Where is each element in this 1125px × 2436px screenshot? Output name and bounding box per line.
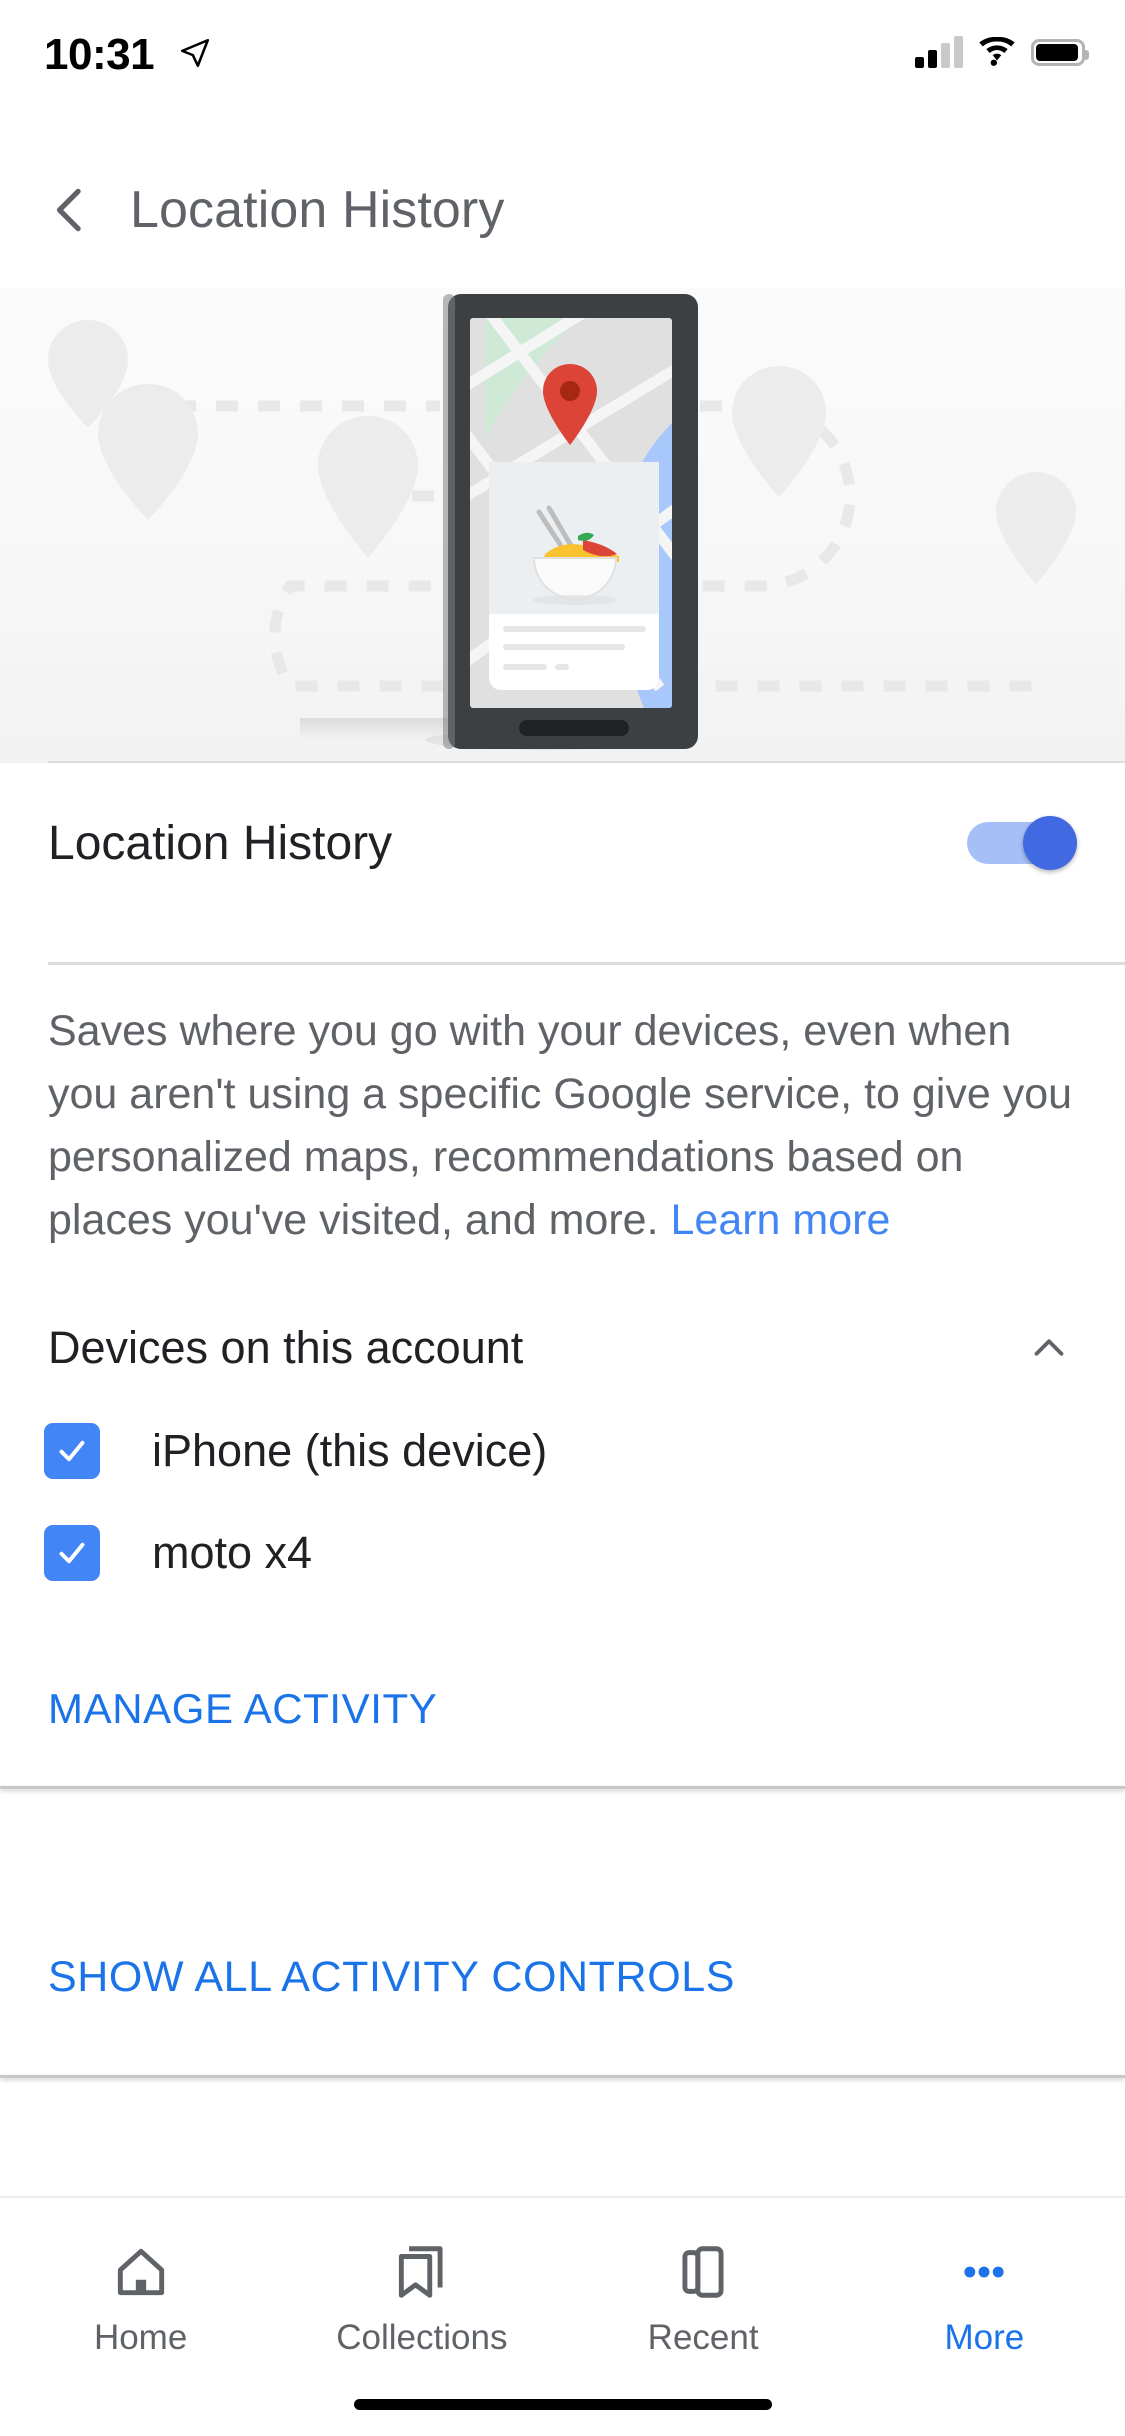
device-row-iphone[interactable]: iPhone (this device)	[0, 1408, 1125, 1494]
location-history-toggle[interactable]	[967, 816, 1077, 870]
device-checkbox[interactable]	[44, 1423, 100, 1479]
tab-label: Recent	[647, 2318, 759, 2357]
devices-section-title: Devices on this account	[48, 1322, 524, 1373]
device-checkbox[interactable]	[44, 1525, 100, 1581]
toggle-knob	[1023, 816, 1077, 870]
app-screen: 10:31 Location History Location History …	[0, 0, 1125, 2436]
tab-label: Collections	[336, 2318, 508, 2357]
tab-label: Home	[93, 2318, 188, 2357]
wifi-icon	[979, 37, 1015, 66]
status-bar-indicators	[915, 36, 1089, 68]
status-bar: 10:31	[0, 0, 1125, 132]
tab-recent[interactable]: Recent	[563, 2236, 844, 2358]
description-text: Saves where you go with your devices, ev…	[48, 1000, 1088, 1252]
home-icon	[110, 2236, 172, 2308]
tab-home[interactable]: Home	[0, 2236, 281, 2358]
illustration-graphic	[48, 294, 1076, 750]
location-history-toggle-row[interactable]: Location History	[0, 763, 1125, 923]
status-bar-time: 10:31	[44, 30, 155, 79]
bookmark-collections-icon	[391, 2236, 453, 2308]
location-arrow-icon	[178, 36, 212, 75]
divider-after-manage-activity	[0, 1786, 1125, 1789]
location-history-toggle-label: Location History	[48, 816, 393, 870]
home-indicator	[353, 2399, 772, 2410]
back-chevron-icon[interactable]	[22, 162, 118, 258]
more-dots-icon	[953, 2236, 1015, 2308]
device-label: moto x4	[152, 1527, 313, 1578]
devices-section-header[interactable]: Devices on this account	[0, 1300, 1125, 1396]
chevron-up-icon[interactable]	[1021, 1320, 1077, 1376]
tab-label: More	[944, 2318, 1025, 2357]
location-history-illustration	[0, 288, 1125, 763]
divider-after-activity-controls	[0, 2075, 1125, 2078]
cellular-signal-icon	[915, 36, 963, 68]
tab-collections[interactable]: Collections	[281, 2236, 562, 2358]
bottom-tab-bar: Home Collections Recent More	[0, 2196, 1125, 2436]
device-row-moto[interactable]: moto x4	[0, 1510, 1125, 1596]
learn-more-link[interactable]: Learn more	[670, 1196, 890, 1244]
battery-icon	[1031, 38, 1089, 66]
description-body: Saves where you go with your devices, ev…	[48, 1007, 1073, 1244]
recent-tabs-icon	[672, 2236, 734, 2308]
show-all-activity-controls-button[interactable]: SHOW ALL ACTIVITY CONTROLS	[48, 1953, 735, 2002]
page-title: Location History	[130, 181, 505, 239]
tab-more[interactable]: More	[844, 2236, 1125, 2358]
divider-under-toggle	[48, 962, 1125, 965]
manage-activity-button[interactable]: MANAGE ACTIVITY	[48, 1685, 437, 1733]
device-label: iPhone (this device)	[152, 1425, 548, 1476]
navigation-bar: Location History	[0, 132, 1125, 288]
